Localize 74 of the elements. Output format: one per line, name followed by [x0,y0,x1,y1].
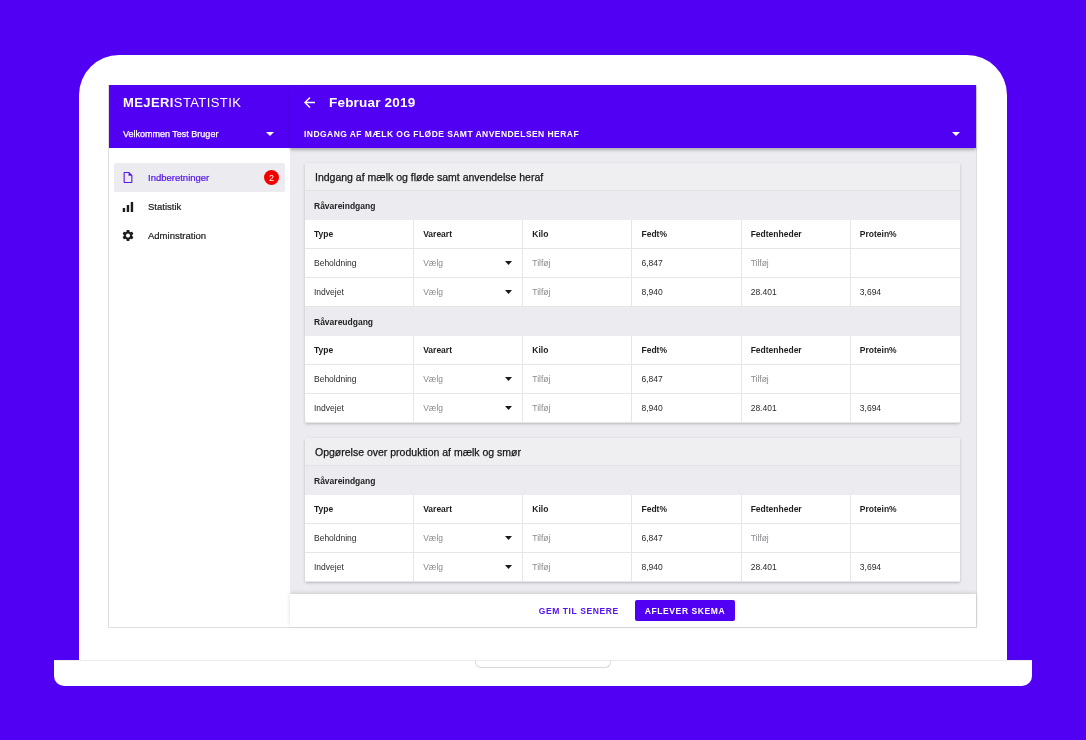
select-field[interactable]: Vælg [414,365,523,393]
input-field[interactable]: Tilføj [523,394,632,422]
column-header: Fedt% [632,495,742,524]
input-field[interactable]: Tilføj [741,365,850,393]
back-arrow-icon[interactable] [304,96,315,108]
select-field[interactable]: Vælg [414,524,523,552]
column-header: Kilo [523,495,633,524]
table-cell: Beholdning [305,524,415,553]
column-header: Type [305,495,415,524]
caret-icon [505,261,513,265]
caret-icon [505,406,513,410]
column-header: Vareart [414,495,524,524]
section-dropdown[interactable]: INDGANG AF MÆLK OG FLØDE SAMT ANVENDELSEN HERAF [304,128,960,139]
table-cell: Indvejet [305,553,415,582]
table-cell: Indvejet [305,394,415,423]
column-header: Fedt% [632,220,742,249]
column-header: Fedtenheder [741,336,851,365]
page-title: Februar 2019 [329,94,416,110]
caret-icon [505,565,513,569]
group-title: Råvareudgang [314,316,374,327]
sidebar-item[interactable]: Adminstration [114,221,285,250]
count-badge: 2 [264,170,279,185]
settings-icon [122,230,134,241]
caret-icon [952,131,960,136]
column-header: Type [305,220,415,249]
sidebar-item[interactable]: Statistik [114,192,285,221]
column-header: Fedtenheder [741,220,851,249]
column-header: Type [305,336,415,365]
app-logo: MEJERISTATISTIK [123,94,242,110]
input-field[interactable]: Tilføj [523,249,632,277]
column-header: Protein% [850,220,960,249]
input-field[interactable]: Tilføj [523,365,632,393]
group-title: Råvareindgang [314,475,376,486]
text-button[interactable]: GEM TIL SENERE [538,600,619,621]
card-title: Opgørelse over produktion af mælk og smør [315,445,521,458]
column-header: Protein% [850,336,960,365]
table-cell: 3,694 [850,394,960,423]
table-cell: Beholdning [305,249,415,278]
input-field[interactable]: Tilføj [523,278,632,306]
caret-icon [505,290,513,294]
caret-icon [266,131,274,136]
column-header: Fedt% [632,336,742,365]
table-cell: 28.401 [741,553,851,582]
card-title: Indgang af mælk og fløde samt anvendelse heraf [315,170,544,183]
input-field[interactable]: Tilføj [523,524,632,552]
file-icon [122,172,134,183]
column-header: Kilo [523,220,633,249]
filled-button[interactable]: AFLEVER SKEMA [634,600,736,621]
bar-chart-icon [122,201,134,212]
sidebar-item[interactable]: Indberetninger 2 [114,163,285,192]
user-menu[interactable]: Velkommen Test Bruger [123,128,274,139]
column-header: Vareart [414,220,524,249]
column-header: Vareart [414,336,524,365]
table-cell: 6,847 [632,524,742,553]
column-header: Fedtenheder [741,495,851,524]
input-field[interactable]: Tilføj [741,524,850,552]
select-field[interactable]: Vælg [414,249,523,277]
column-header: Kilo [523,336,633,365]
select-field[interactable]: Vælg [414,553,523,581]
table-cell: Beholdning [305,365,415,394]
table-cell: 28.401 [741,394,851,423]
input-field[interactable]: Tilføj [741,249,850,277]
column-header: Protein% [850,495,960,524]
caret-icon [505,536,513,540]
table-cell: 8,940 [632,394,742,423]
table-cell: 8,940 [632,553,742,582]
table-cell: 6,847 [632,249,742,278]
caret-icon [505,377,513,381]
table-cell: 6,847 [632,365,742,394]
select-field[interactable]: Vælg [414,278,523,306]
group-title: Råvareindgang [314,200,376,211]
input-field[interactable]: Tilføj [523,553,632,581]
select-field[interactable]: Vælg [414,394,523,422]
table-cell: 3,694 [850,553,960,582]
